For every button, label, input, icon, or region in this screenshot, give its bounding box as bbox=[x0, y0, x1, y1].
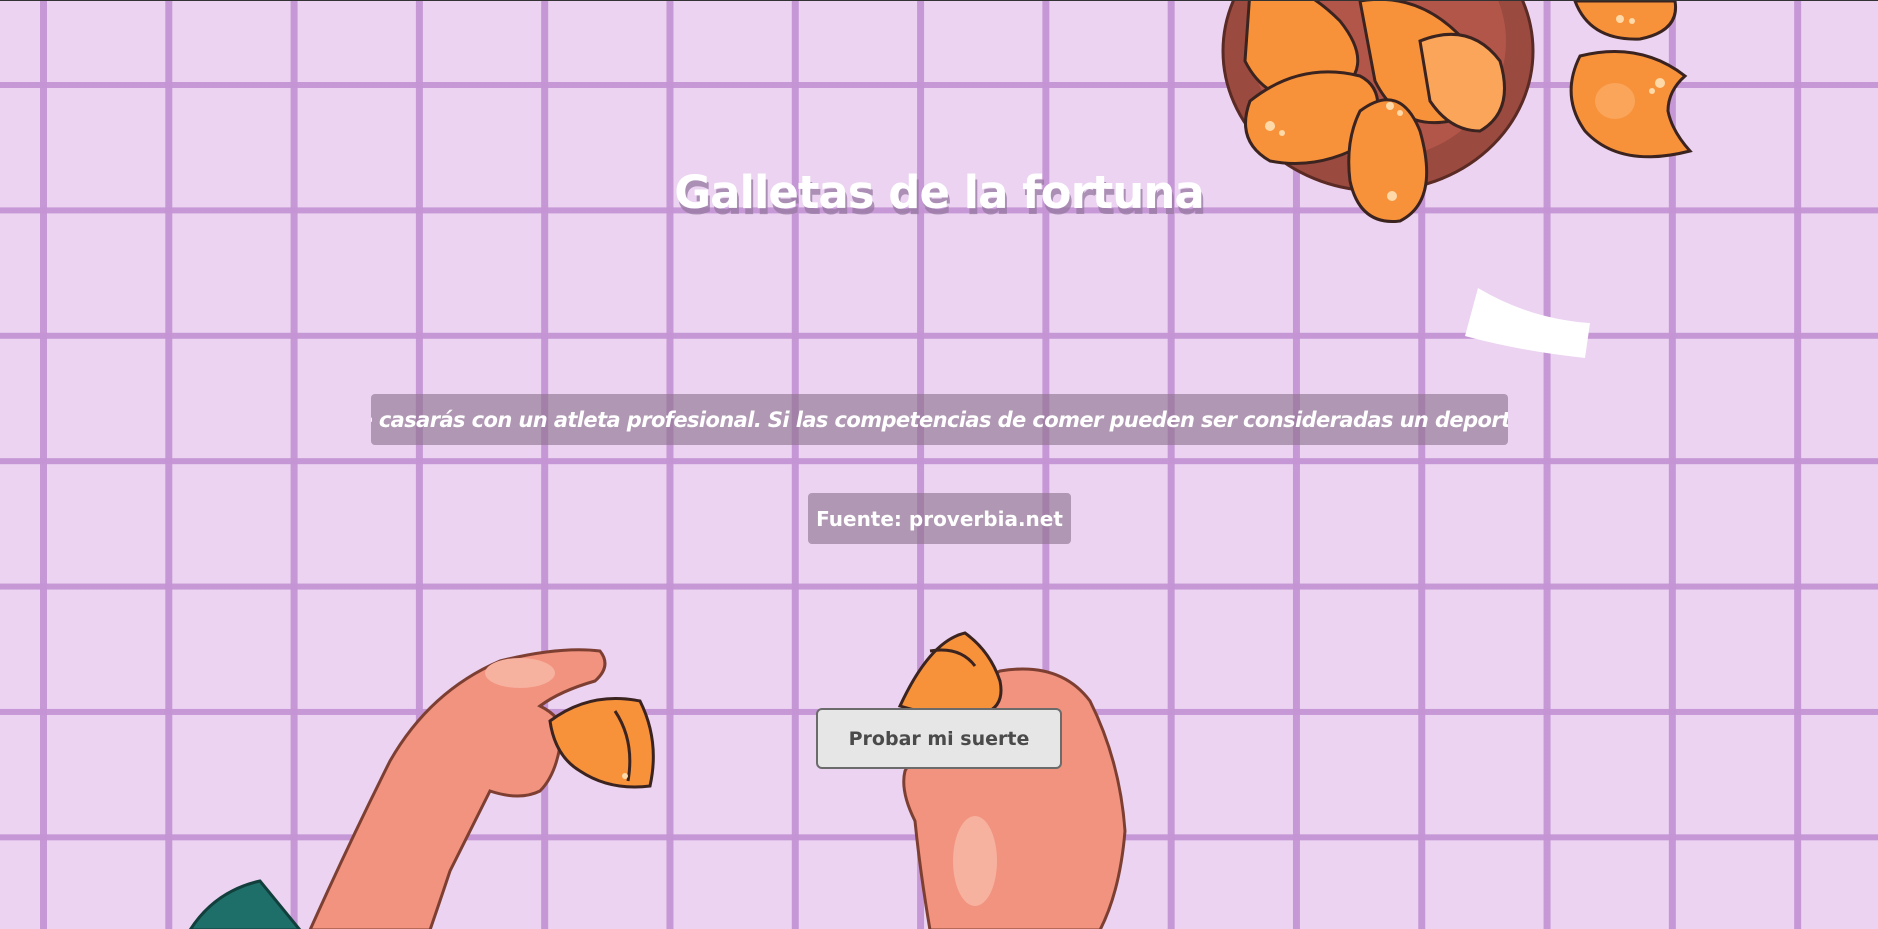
paper-fortune-slip-icon bbox=[1465, 288, 1590, 358]
page-title: Galletas de la fortuna bbox=[674, 166, 1205, 219]
fortune-cookie-icon bbox=[897, 631, 1003, 718]
fortune-cookie-icon bbox=[1573, 1, 1678, 41]
left-hand-holding-cookie-icon bbox=[188, 648, 607, 929]
fortune-cookie-icon bbox=[1569, 50, 1693, 159]
fortune-cookie-icon bbox=[548, 697, 655, 789]
try-luck-button[interactable]: Probar mi suerte bbox=[816, 708, 1062, 769]
background-illustration bbox=[188, 1, 1693, 929]
quote-source: Fuente: proverbia.net bbox=[808, 493, 1071, 544]
fortune-quote: "Te casarás con un atleta profesional. S… bbox=[371, 394, 1508, 445]
